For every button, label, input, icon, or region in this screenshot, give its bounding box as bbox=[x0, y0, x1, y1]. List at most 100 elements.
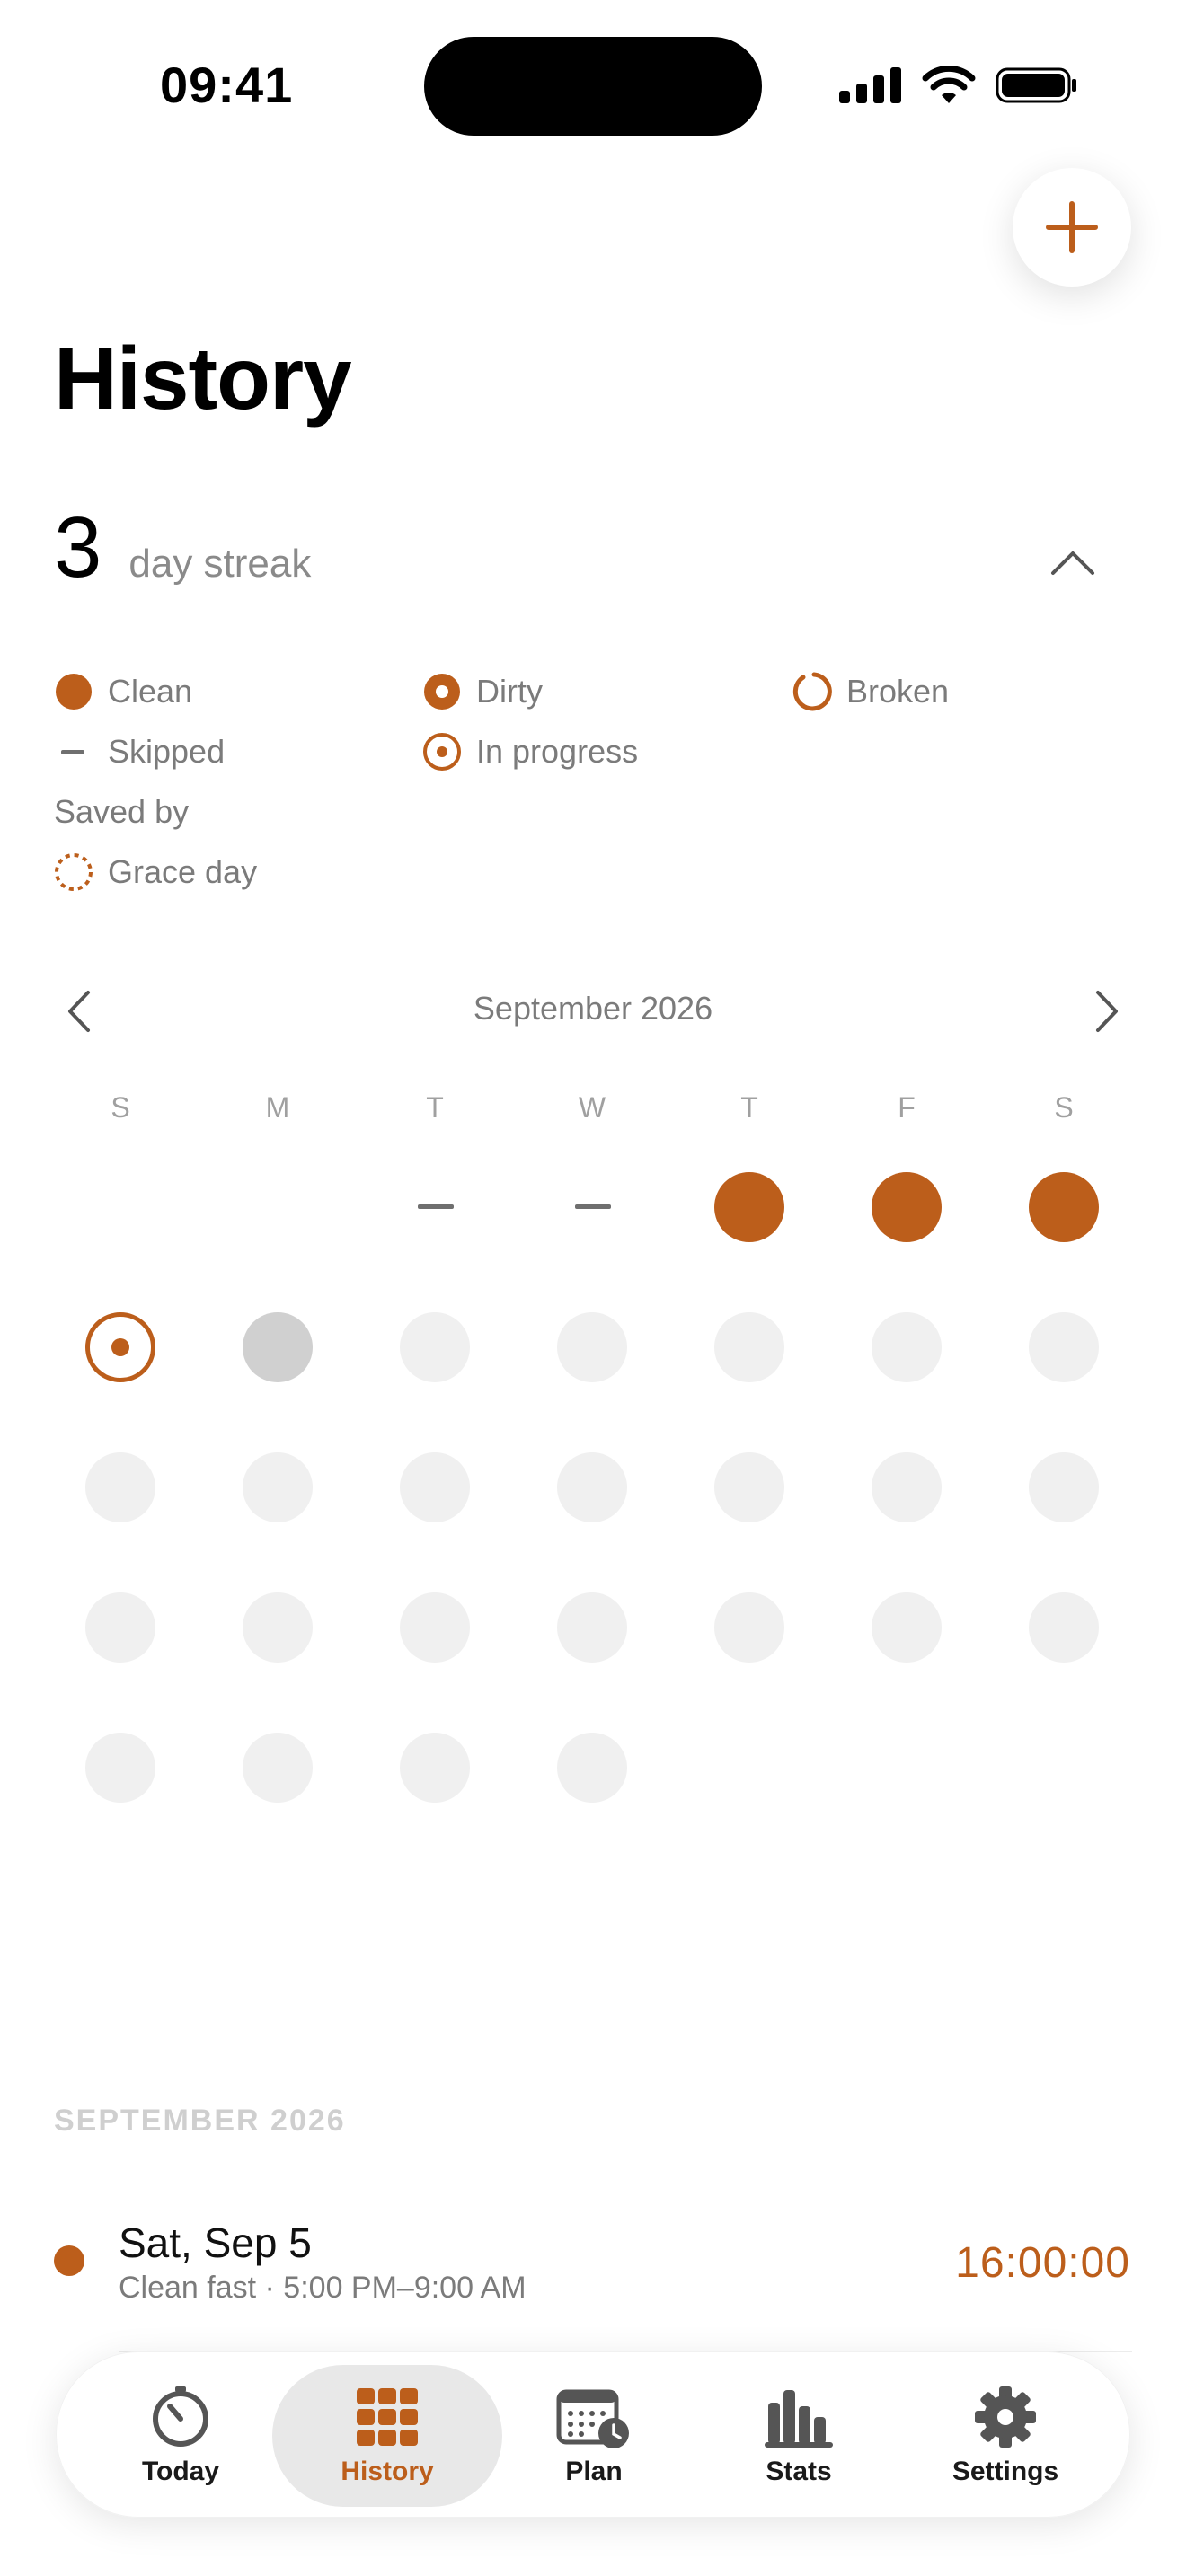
calendar-day-future[interactable] bbox=[557, 1312, 627, 1382]
streak-summary: 3 day streak bbox=[54, 498, 311, 597]
calendar-day-clean[interactable] bbox=[872, 1172, 942, 1242]
calendar-day-future[interactable] bbox=[714, 1312, 784, 1382]
calendar-day-future[interactable] bbox=[714, 1592, 784, 1663]
tab-history[interactable]: History bbox=[272, 2352, 502, 2519]
tab-label: History bbox=[341, 2457, 434, 2486]
in-progress-dot bbox=[111, 1338, 129, 1356]
weekday-label: M bbox=[265, 1091, 290, 1124]
calendar-day-future[interactable] bbox=[243, 1592, 313, 1663]
next-month-button[interactable] bbox=[1078, 984, 1132, 1038]
calendar-clock-icon bbox=[556, 2389, 629, 2448]
legend-dirty: Dirty bbox=[422, 669, 543, 714]
calendar-day-future[interactable] bbox=[85, 1592, 155, 1663]
entry-detail: Clean fast · 5:00 PM–9:00 AM bbox=[119, 2271, 527, 2305]
grace-dashed-ring-icon bbox=[54, 852, 93, 892]
calendar-day-future[interactable] bbox=[872, 1452, 942, 1522]
tab-bar: Today History Plan Stats Settings bbox=[56, 2351, 1130, 2518]
calendar-day-future[interactable] bbox=[85, 1733, 155, 1803]
entry-duration: 16:00:00 bbox=[955, 2239, 1130, 2287]
tab-label: Stats bbox=[766, 2457, 832, 2486]
legend-skipped-label: Skipped bbox=[108, 733, 226, 770]
calendar-day-future[interactable] bbox=[872, 1312, 942, 1382]
broken-ring-icon bbox=[792, 672, 832, 711]
calendar-day-future[interactable] bbox=[1029, 1592, 1099, 1663]
calendar-day-clean[interactable] bbox=[714, 1172, 784, 1242]
battery-icon bbox=[996, 67, 1076, 103]
calendar-day-clean[interactable] bbox=[1029, 1172, 1099, 1242]
calendar-day-skipped[interactable] bbox=[400, 1172, 470, 1242]
month-section-header: SEPTEMBER 2026 bbox=[54, 2104, 346, 2138]
weekday-label: W bbox=[578, 1091, 606, 1124]
entry-date: Sat, Sep 5 bbox=[119, 2219, 312, 2266]
calendar-day-future[interactable] bbox=[85, 1452, 155, 1522]
calendar-day-future[interactable] bbox=[400, 1452, 470, 1522]
legend-grace-day: Grace day bbox=[54, 850, 257, 895]
calendar-day-future[interactable] bbox=[400, 1592, 470, 1663]
calendar-day-future[interactable] bbox=[557, 1733, 627, 1803]
chevron-right-icon bbox=[1096, 991, 1118, 1032]
status-icons bbox=[839, 63, 1078, 108]
calendar-day-future[interactable] bbox=[872, 1592, 942, 1663]
weekday-label: T bbox=[740, 1091, 758, 1124]
tab-label: Settings bbox=[951, 2457, 1059, 2486]
weekday-label: S bbox=[1054, 1091, 1074, 1124]
page-title: History bbox=[54, 329, 352, 428]
legend-broken: Broken bbox=[792, 669, 949, 714]
streak-count: 3 bbox=[54, 499, 102, 595]
legend-in-progress: In progress bbox=[422, 729, 638, 774]
tab-label: Today bbox=[141, 2457, 220, 2486]
calendar-day-future[interactable] bbox=[400, 1733, 470, 1803]
in-progress-ring-icon bbox=[422, 732, 462, 772]
weekday-label: T bbox=[426, 1091, 444, 1124]
clean-status-dot bbox=[54, 2245, 84, 2276]
calendar-header: September 2026 bbox=[54, 979, 1132, 1042]
bar-chart-icon bbox=[765, 2390, 833, 2448]
calendar-day-future[interactable] bbox=[714, 1452, 784, 1522]
legend-clean: Clean bbox=[54, 669, 192, 714]
legend-dirty-label: Dirty bbox=[476, 673, 543, 710]
cellular-signal-icon bbox=[839, 67, 901, 103]
legend-clean-label: Clean bbox=[108, 673, 193, 710]
calendar-day-future[interactable] bbox=[243, 1733, 313, 1803]
add-fast-button[interactable] bbox=[1013, 168, 1131, 287]
clean-dot-icon bbox=[54, 672, 93, 711]
calendar-day-today[interactable] bbox=[243, 1312, 313, 1382]
legend-grace-day-label: Grace day bbox=[108, 853, 258, 890]
legend-saved-by-label: Saved by bbox=[54, 793, 190, 830]
wifi-icon bbox=[922, 66, 976, 103]
legend-saved-by: Saved by bbox=[54, 790, 189, 834]
weekday-label: S bbox=[111, 1091, 130, 1124]
legend: Clean Dirty Broken Skipped In progress S… bbox=[54, 669, 1132, 903]
skipped-dash bbox=[575, 1204, 611, 1209]
calendar-day-future[interactable] bbox=[400, 1312, 470, 1382]
legend-in-progress-label: In progress bbox=[476, 733, 639, 770]
calendar-day-future[interactable] bbox=[1029, 1452, 1099, 1522]
skipped-dash bbox=[418, 1204, 454, 1209]
timer-icon bbox=[153, 2386, 208, 2447]
collapse-button[interactable] bbox=[1046, 544, 1100, 580]
tab-plan[interactable]: Plan bbox=[495, 2352, 693, 2519]
tab-today[interactable]: Today bbox=[82, 2352, 279, 2519]
dash-icon bbox=[54, 732, 93, 772]
calendar-day-future[interactable] bbox=[243, 1452, 313, 1522]
calendar-day-future[interactable] bbox=[557, 1452, 627, 1522]
calendar-day-future[interactable] bbox=[1029, 1312, 1099, 1382]
dynamic-island bbox=[424, 37, 762, 136]
chevron-up-icon bbox=[1051, 551, 1094, 575]
legend-broken-label: Broken bbox=[846, 673, 950, 710]
calendar-day-skipped[interactable] bbox=[557, 1172, 627, 1242]
tab-stats[interactable]: Stats bbox=[700, 2352, 898, 2519]
calendar-day-in-progress[interactable] bbox=[85, 1312, 155, 1382]
gear-icon bbox=[975, 2386, 1036, 2448]
tab-settings[interactable]: Settings bbox=[907, 2352, 1104, 2519]
fast-entry-row[interactable]: Sat, Sep 5 Clean fast · 5:00 PM–9:00 AM … bbox=[0, 2210, 1186, 2352]
calendar-day-future[interactable] bbox=[557, 1592, 627, 1663]
plus-icon bbox=[1046, 201, 1098, 253]
dirty-dot-icon bbox=[422, 672, 462, 711]
weekday-label: F bbox=[898, 1091, 916, 1124]
status-bar: 09:41 bbox=[0, 0, 1186, 171]
grid-icon bbox=[357, 2388, 418, 2446]
streak-label: day streak bbox=[128, 542, 312, 586]
legend-skipped: Skipped bbox=[54, 729, 225, 774]
tab-label: Plan bbox=[565, 2457, 623, 2486]
